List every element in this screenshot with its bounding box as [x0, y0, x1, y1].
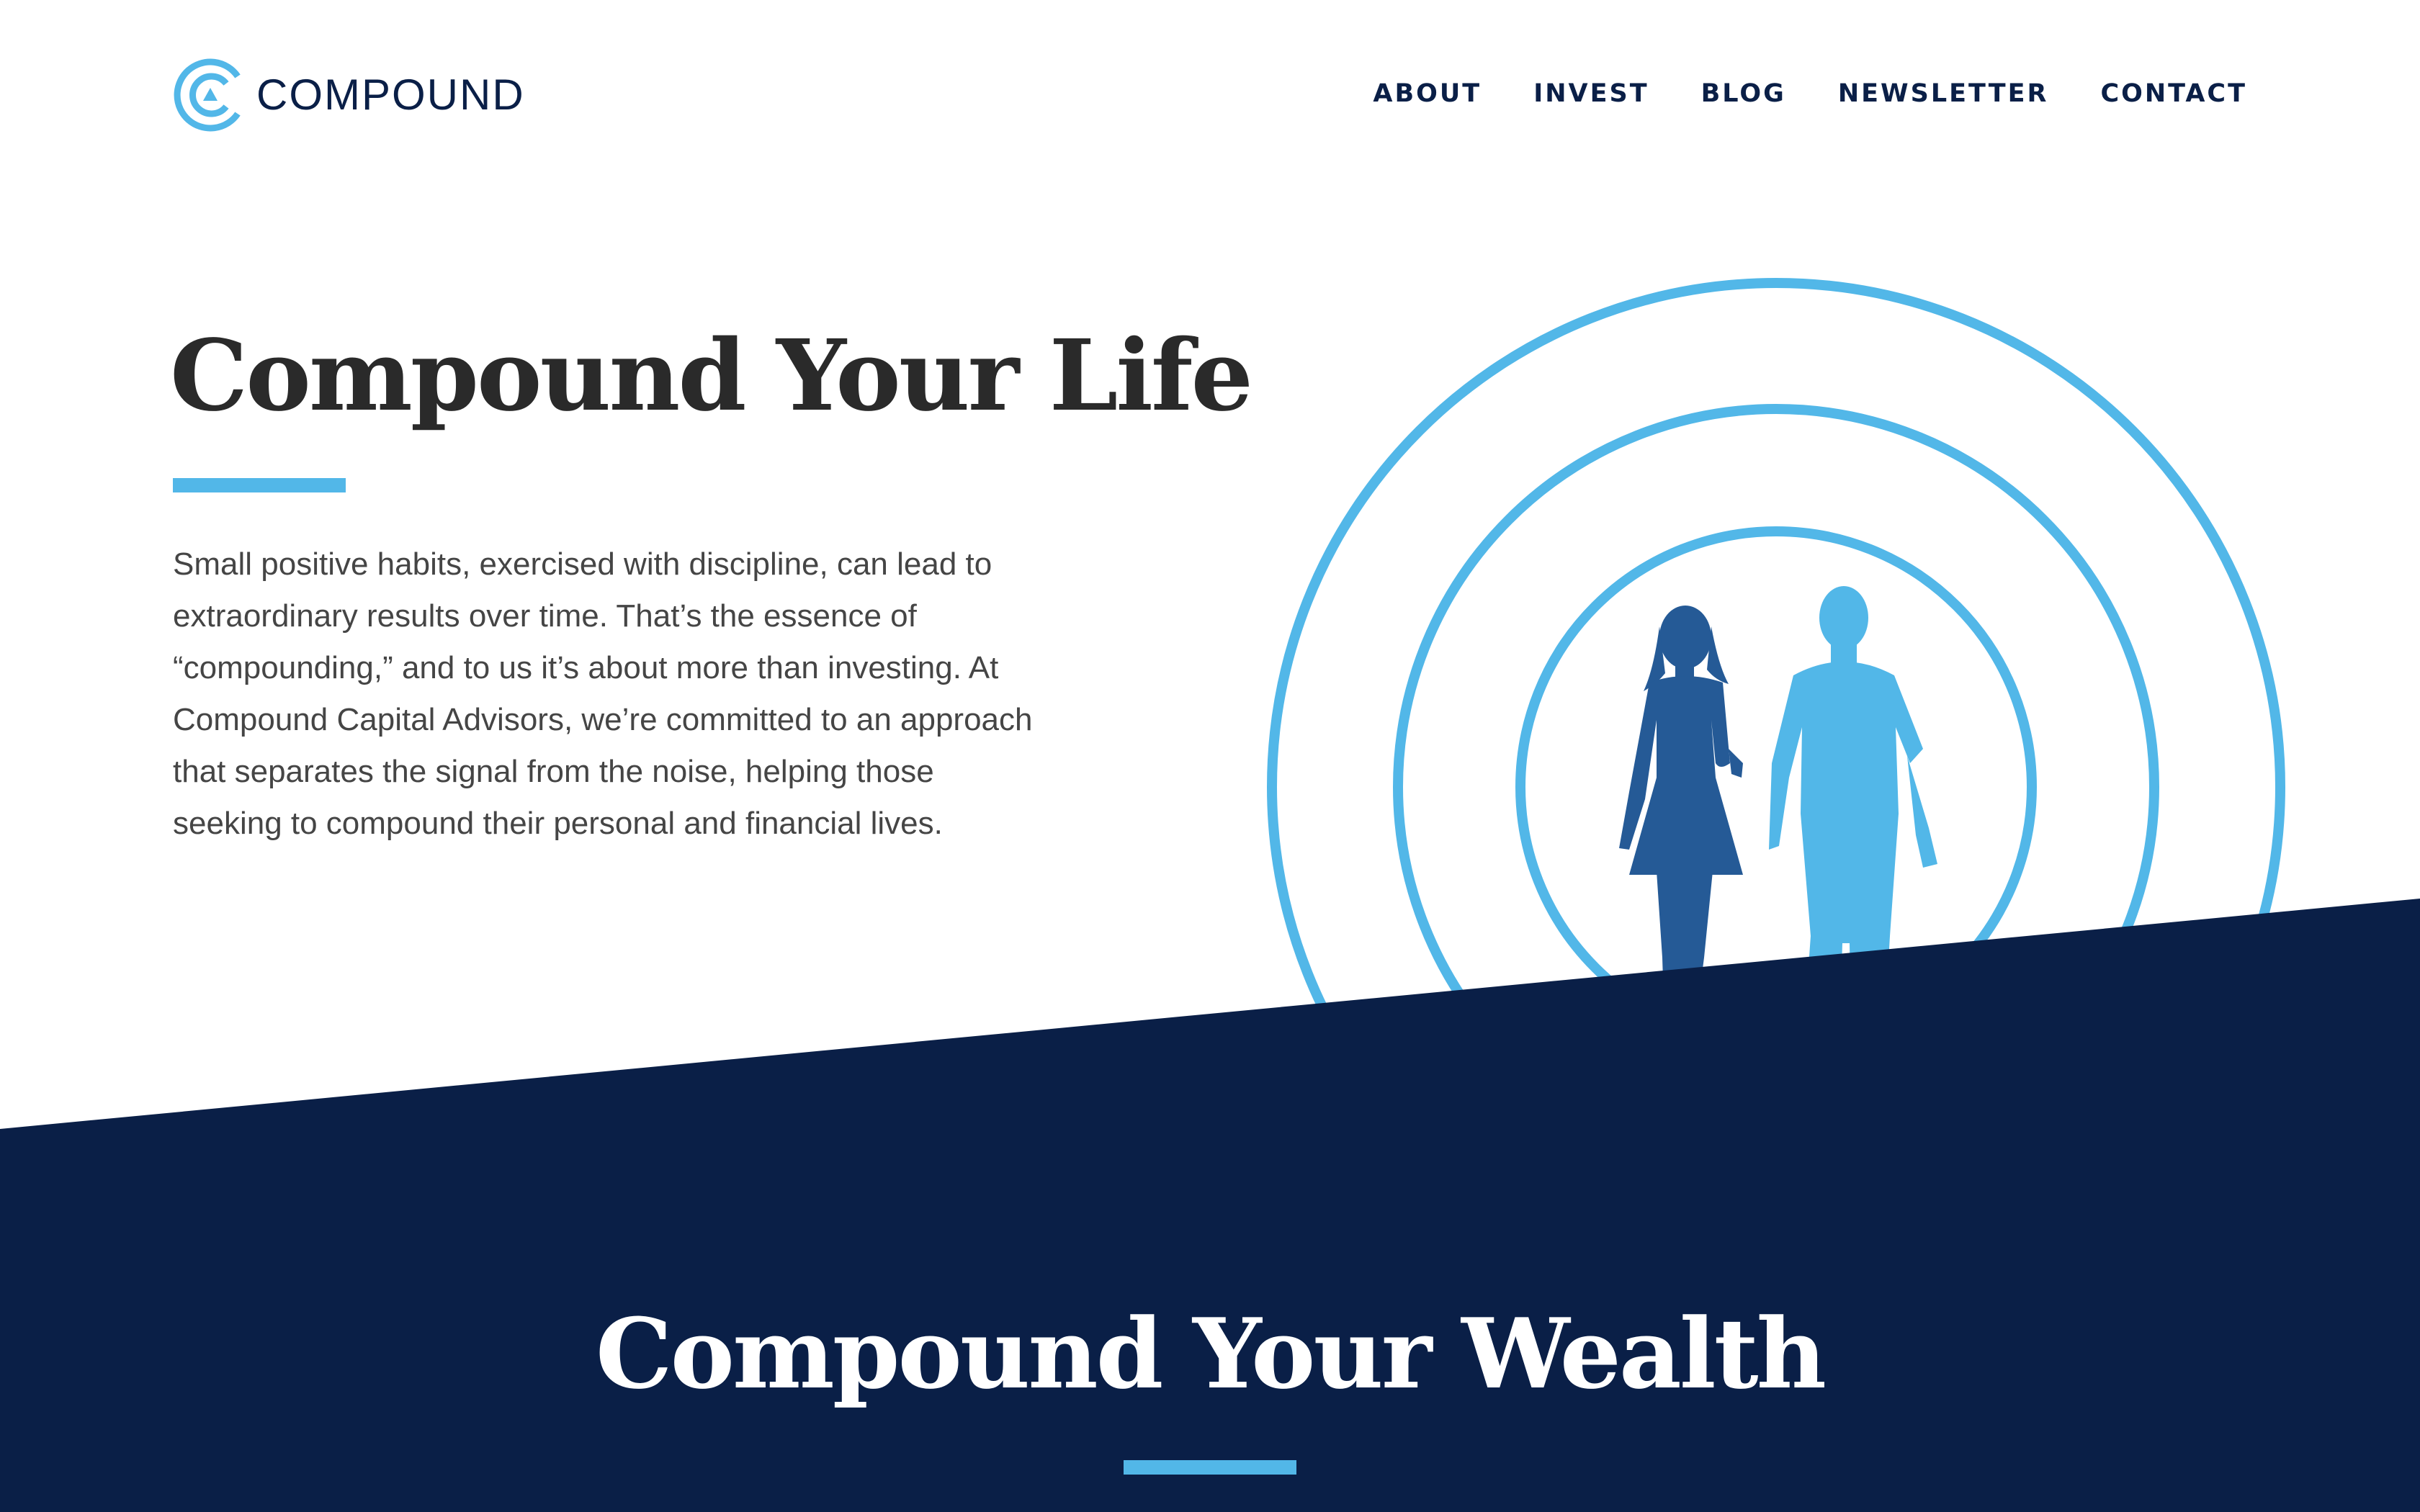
page: COMPOUND ABOUT INVEST BLOG NEWSLETTER CO… — [0, 0, 2420, 1512]
compound-c-logo-icon — [174, 58, 241, 132]
man-silhouette — [1769, 586, 1937, 1048]
concentric-rings — [1267, 278, 2285, 1296]
nav-about[interactable]: ABOUT — [1373, 76, 1482, 111]
main-nav: ABOUT INVEST BLOG NEWSLETTER CONTACT — [1373, 76, 2247, 111]
navy-diagonal-band — [0, 899, 2420, 1512]
nav-invest[interactable]: INVEST — [1533, 76, 1649, 111]
nav-blog[interactable]: BLOG — [1701, 76, 1786, 111]
woman-silhouette — [1619, 606, 1743, 1048]
wealth-section-title: Compound Your Wealth — [595, 1297, 1827, 1410]
hero-body-text: Small positive habits, exercised with di… — [173, 546, 1033, 841]
outer-ring — [1267, 278, 2285, 1296]
middle-ring — [1393, 404, 2159, 1170]
site-header: COMPOUND ABOUT INVEST BLOG NEWSLETTER CO… — [0, 0, 2420, 187]
inner-ring — [1515, 526, 2037, 1048]
logo-link[interactable]: COMPOUND — [173, 58, 525, 132]
brand-name: COMPOUND — [256, 71, 525, 119]
nav-newsletter[interactable]: NEWSLETTER — [1838, 76, 2049, 111]
nav-contact[interactable]: CONTACT — [2100, 76, 2247, 111]
hero-title: Compound Your Life — [170, 318, 1253, 433]
wealth-title-underline — [1124, 1460, 1296, 1475]
hero-title-underline — [173, 478, 346, 492]
